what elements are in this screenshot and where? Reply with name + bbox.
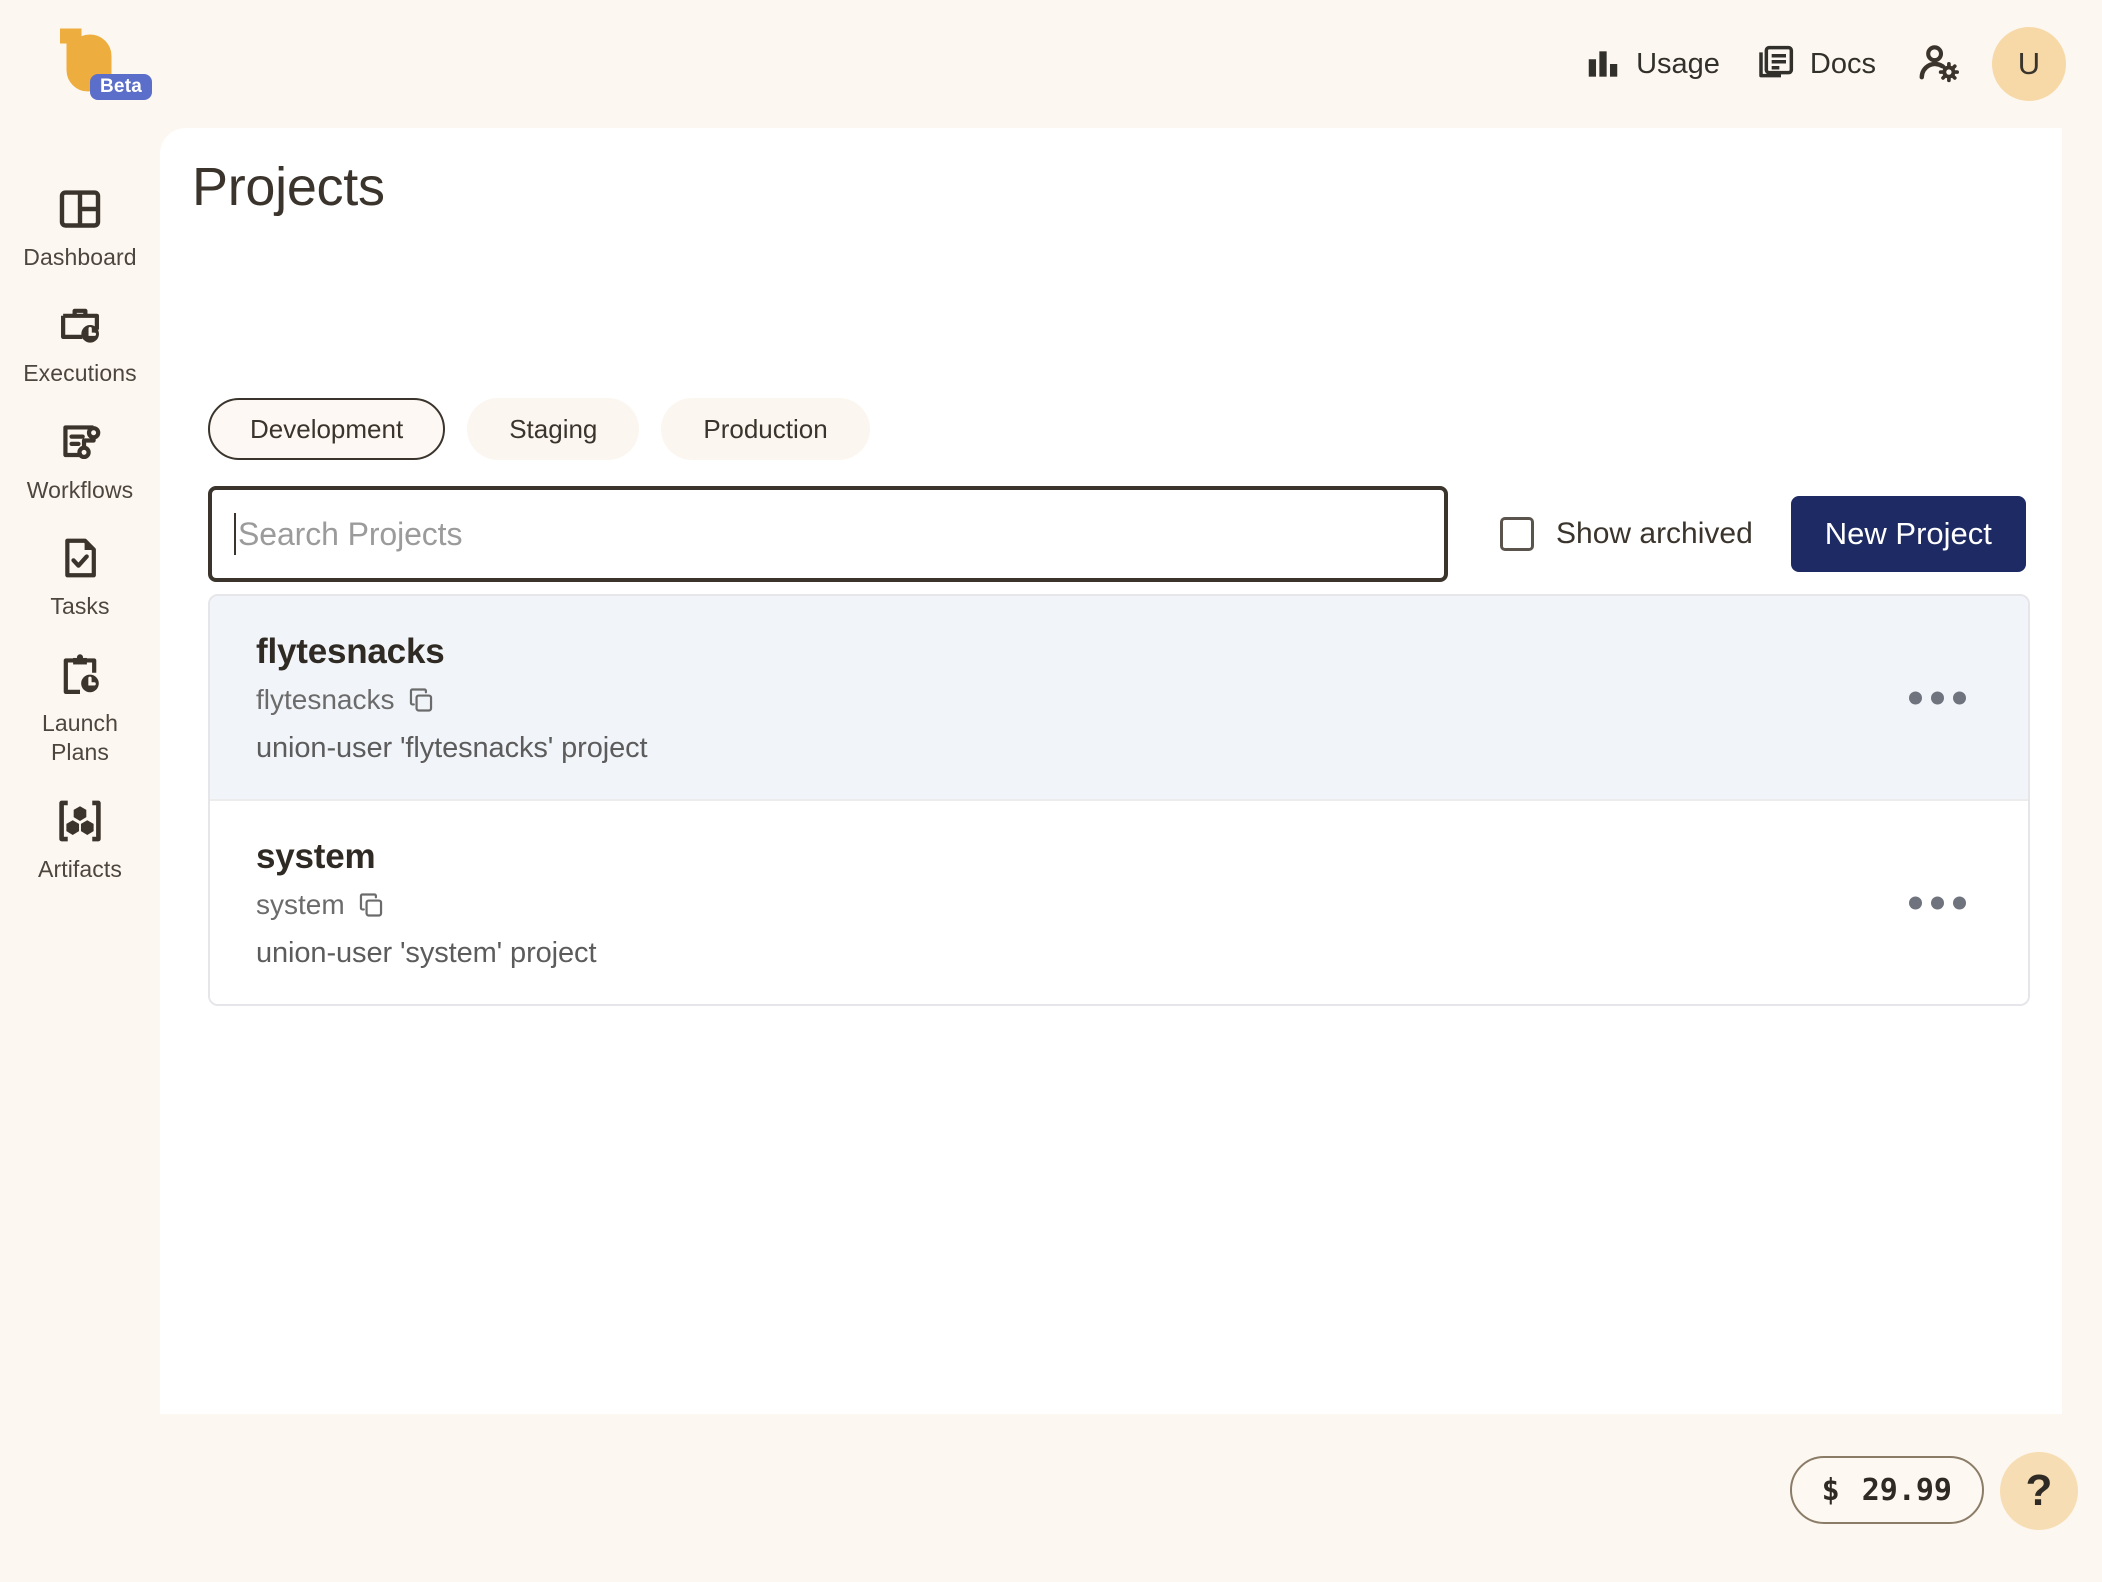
copy-icon[interactable] [357,891,385,919]
sidebar-item-executions[interactable]: Executions [0,288,160,404]
workflow-branch-icon [63,425,101,459]
sidebar-item-tasks[interactable]: Tasks [0,521,160,637]
project-row-menu-button[interactable] [1899,882,1976,923]
dot [1909,691,1922,704]
sidebar-item-label: Tasks [50,593,110,620]
project-row-menu-button[interactable] [1899,677,1976,718]
app-root: Beta Usage Docs U Dashboard Executions W… [0,0,2102,1582]
project-id: flytesnacks [256,684,395,715]
briefcase-clock-icon [61,309,99,344]
bar-chart-icon [1588,51,1618,77]
project-list: flytesnacks flytesnacks union-user 'flyt… [208,594,2030,1006]
show-archived-label: Show archived [1556,517,1753,550]
show-archived-checkbox[interactable] [1500,517,1534,551]
project-row-flytesnacks[interactable]: flytesnacks flytesnacks union-user 'flyt… [210,596,2028,801]
environment-tabs: Development Staging Production [208,398,870,460]
sidebar-item-launch-plans[interactable]: Launch Plans [0,638,160,784]
sidebar-item-dashboard[interactable]: Dashboard [0,172,160,288]
docs-link[interactable]: Docs [1738,36,1894,92]
copy-icon[interactable] [407,686,435,714]
user-settings-icon [1919,45,1959,83]
cost-amount: 29.99 [1861,1472,1952,1508]
sidebar-item-artifacts[interactable]: Artifacts [0,784,160,900]
copy-glyph [409,688,432,712]
help-button[interactable]: ? [2000,1452,2078,1530]
project-id-row: flytesnacks [256,684,1990,716]
page-title: Projects [192,157,385,217]
show-archived-toggle[interactable]: Show archived [1500,517,1753,551]
project-name: flytesnacks [256,632,445,671]
sidebar-nav: Dashboard Executions Workflows Tasks Lau… [0,128,160,1582]
docs-label: Docs [1809,47,1876,80]
usage-link[interactable]: Usage [1566,37,1738,91]
top-header-bar: Beta Usage Docs U [0,0,2102,128]
tab-development[interactable]: Development [208,398,446,460]
dashboard-icon [59,190,101,228]
project-id: system [256,889,345,920]
copy-glyph [359,893,382,917]
dot [1909,896,1922,909]
project-name: system [256,837,376,876]
brand-logo[interactable]: Beta [46,26,166,106]
search-input[interactable]: Search Projects [208,486,1448,582]
docs-icon [1759,45,1794,78]
dot [1953,896,1966,909]
dot [1931,896,1944,909]
cost-currency-symbol: $ [1821,1472,1840,1508]
sidebar-item-label: Executions [23,360,137,387]
sidebar-item-workflows[interactable]: Workflows [0,405,160,521]
beta-badge: Beta [90,74,152,100]
search-toolbar: Search Projects Show archived New Projec… [208,486,2030,582]
header-actions: Usage Docs U [1566,0,2066,128]
search-placeholder: Search Projects [238,515,463,552]
sidebar-item-label: Workflows [26,476,134,503]
sidebar-item-label: Dashboard [23,244,137,270]
main-content-card: Projects Development Staging Production … [160,128,2062,1414]
sidebar-item-label: Artifacts [38,855,122,882]
sidebar-item-label: Launch Plans [41,709,119,766]
cost-indicator[interactable]: $ 29.99 [1789,1456,1984,1524]
dot [1953,691,1966,704]
project-row-system[interactable]: system system union-user 'system' projec… [210,801,2028,1004]
artifacts-cubes-icon [59,800,101,841]
new-project-button[interactable]: New Project [1790,496,2026,572]
user-settings-button[interactable] [1908,33,1970,95]
text-cursor [234,513,236,555]
project-id-row: system [256,889,1990,921]
clipboard-clock-icon [63,654,99,694]
tab-production[interactable]: Production [661,398,870,460]
user-avatar[interactable]: U [1992,27,2066,101]
tab-staging[interactable]: Staging [467,398,640,460]
dot [1931,691,1944,704]
document-check-icon [65,538,96,578]
project-description: union-user 'flytesnacks' project [256,732,648,764]
project-description: union-user 'system' project [256,937,597,969]
usage-label: Usage [1636,47,1720,80]
